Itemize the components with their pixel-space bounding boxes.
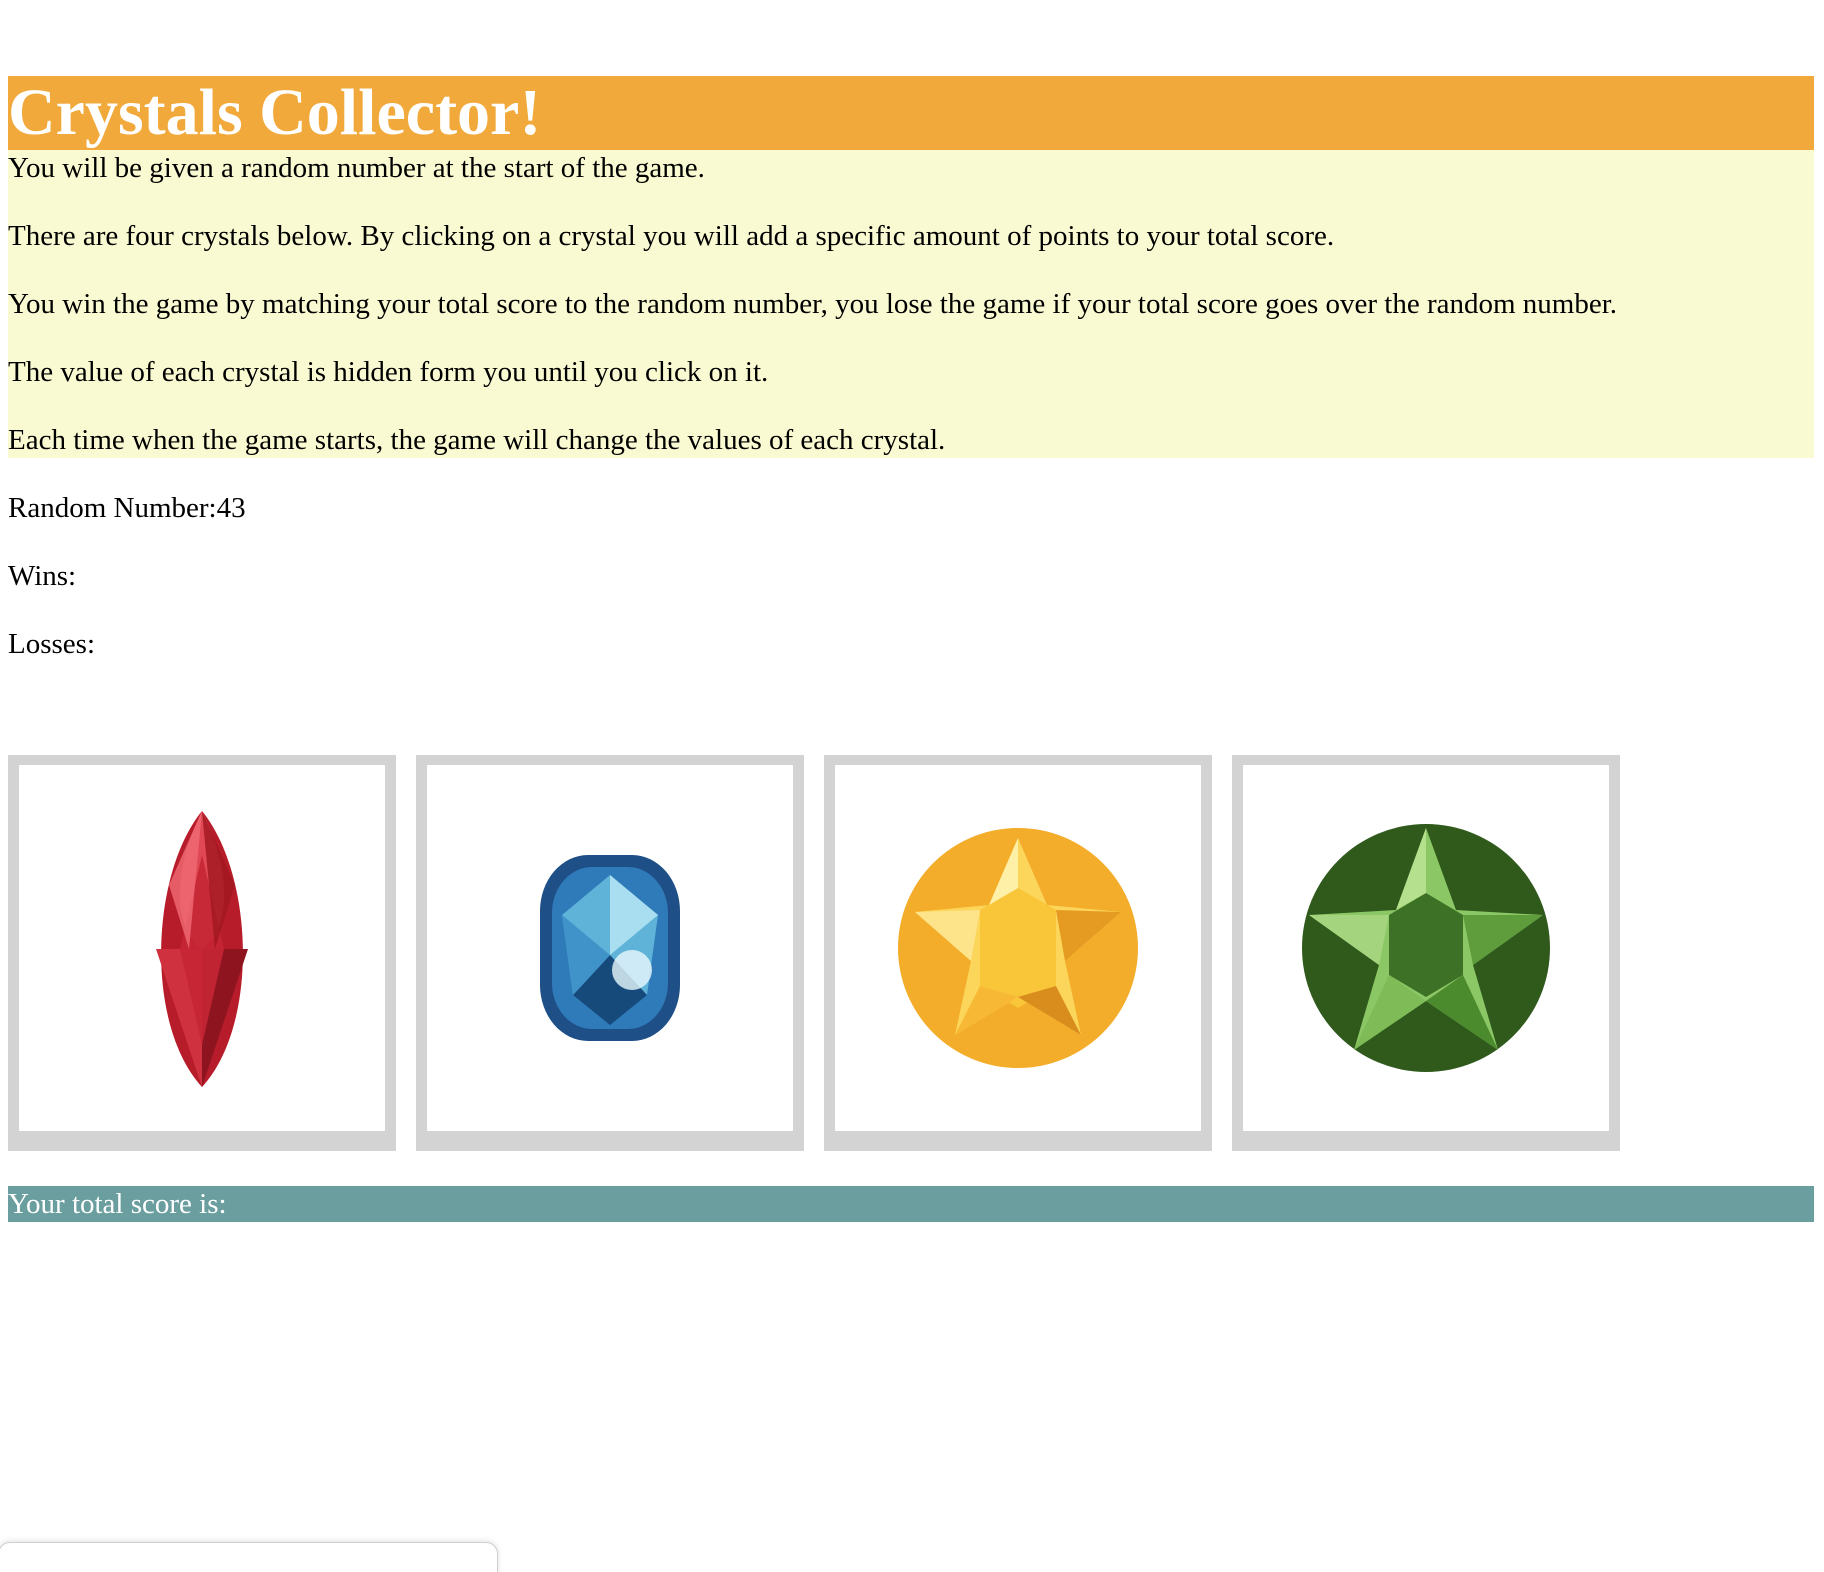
crystal-blue-button[interactable] — [416, 755, 804, 1151]
red-crystal-icon — [156, 811, 248, 1087]
random-number-value: 43 — [216, 492, 246, 524]
total-score-bar: Your total score is: — [8, 1186, 1814, 1222]
instruction-line: Each time when the game starts, the game… — [8, 424, 946, 456]
instruction-line: There are four crystals below. By clicki… — [8, 220, 1335, 252]
crystal-yellow-button[interactable] — [824, 755, 1212, 1151]
page-title: Crystals Collector! — [8, 76, 1814, 151]
wins-label: Wins: — [8, 560, 77, 592]
page: Crystals Collector! You will be given a … — [0, 0, 1824, 1572]
instruction-line: You win the game by matching your total … — [8, 288, 1618, 320]
total-score-label: Your total score is: — [8, 1188, 227, 1220]
blue-crystal-icon — [540, 855, 680, 1041]
instruction-line: You will be given a random number at the… — [8, 152, 705, 184]
instruction-line: The value of each crystal is hidden form… — [8, 356, 769, 388]
random-number-label: Random Number: — [8, 492, 217, 524]
crystal-green-button[interactable] — [1232, 755, 1620, 1151]
green-crystal-icon — [1302, 824, 1550, 1072]
crystal-red-button[interactable] — [8, 755, 396, 1151]
yellow-crystal-icon — [898, 828, 1138, 1068]
random-number: Random Number:43 — [8, 490, 246, 526]
bottom-popup[interactable] — [0, 1542, 498, 1572]
losses-label: Losses: — [8, 628, 95, 660]
instructions-panel: You will be given a random number at the… — [8, 150, 1814, 458]
